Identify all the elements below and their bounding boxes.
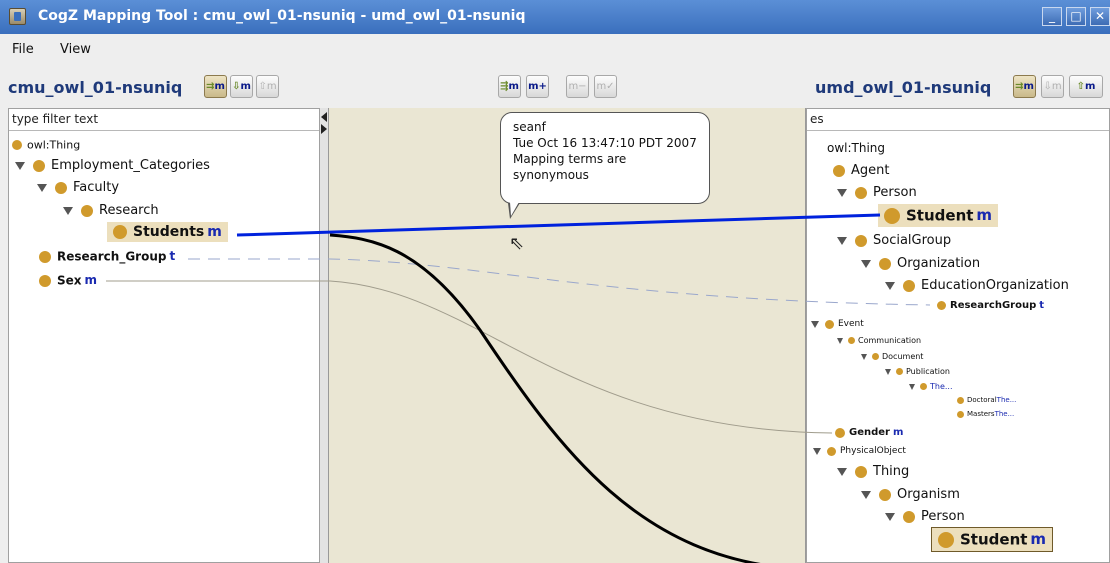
mapping-lines bbox=[106, 213, 931, 563]
tooltip-date: Tue Oct 16 13:47:10 PDT 2007 bbox=[513, 136, 697, 150]
mouse-cursor-icon: ⇖ bbox=[509, 233, 525, 254]
mapping-line-students-student[interactable] bbox=[236, 213, 881, 237]
tooltip-tail bbox=[508, 202, 520, 219]
mapping-line-research-group[interactable] bbox=[188, 258, 931, 306]
mapping-line-students-student-2[interactable] bbox=[329, 233, 930, 563]
mapping-line-sex-gender[interactable] bbox=[106, 280, 833, 434]
mapping-tooltip: seanf Tue Oct 16 13:47:10 PDT 2007 Mappi… bbox=[500, 112, 710, 204]
tooltip-user: seanf bbox=[513, 120, 546, 134]
tooltip-comment: Mapping terms are synonymous bbox=[513, 152, 627, 182]
